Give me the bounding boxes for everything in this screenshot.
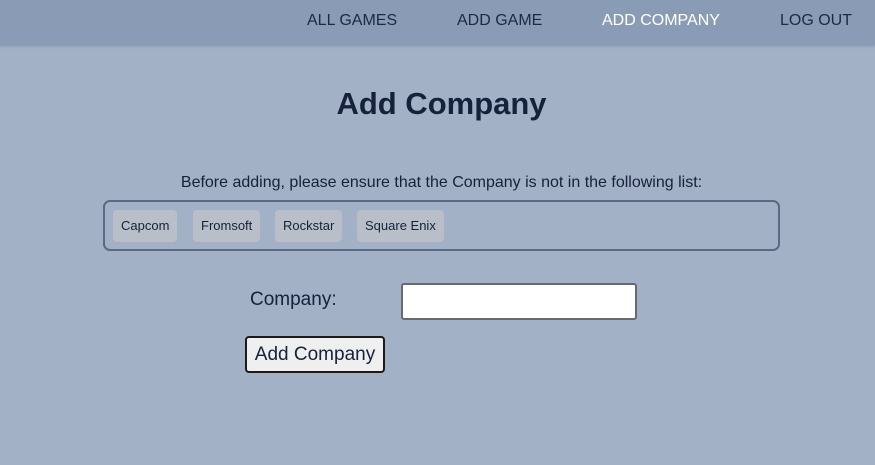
company-input[interactable] (401, 283, 637, 320)
duplicate-notice: Before adding, please ensure that the Co… (180, 174, 703, 191)
existing-company-list: Capcom Fromsoft Rockstar Square Enix (103, 200, 780, 251)
nav-link-all-games[interactable]: ALL GAMES (307, 12, 397, 30)
nav-link-log-out[interactable]: LOG OUT (780, 12, 852, 30)
company-chip: Capcom (113, 210, 178, 242)
page-title: Add Company (336, 86, 547, 121)
company-label: Company: (250, 289, 337, 310)
company-chip: Square Enix (357, 210, 444, 242)
add-company-button[interactable]: Add Company (245, 336, 385, 373)
company-chip: Fromsoft (193, 210, 261, 242)
top-navbar: ALL GAMES ADD GAME ADD COMPANY LOG OUT (0, 0, 875, 45)
nav-link-add-company[interactable]: ADD COMPANY (602, 12, 720, 30)
company-chip: Rockstar (275, 210, 343, 242)
nav-link-add-game[interactable]: ADD GAME (457, 12, 542, 30)
